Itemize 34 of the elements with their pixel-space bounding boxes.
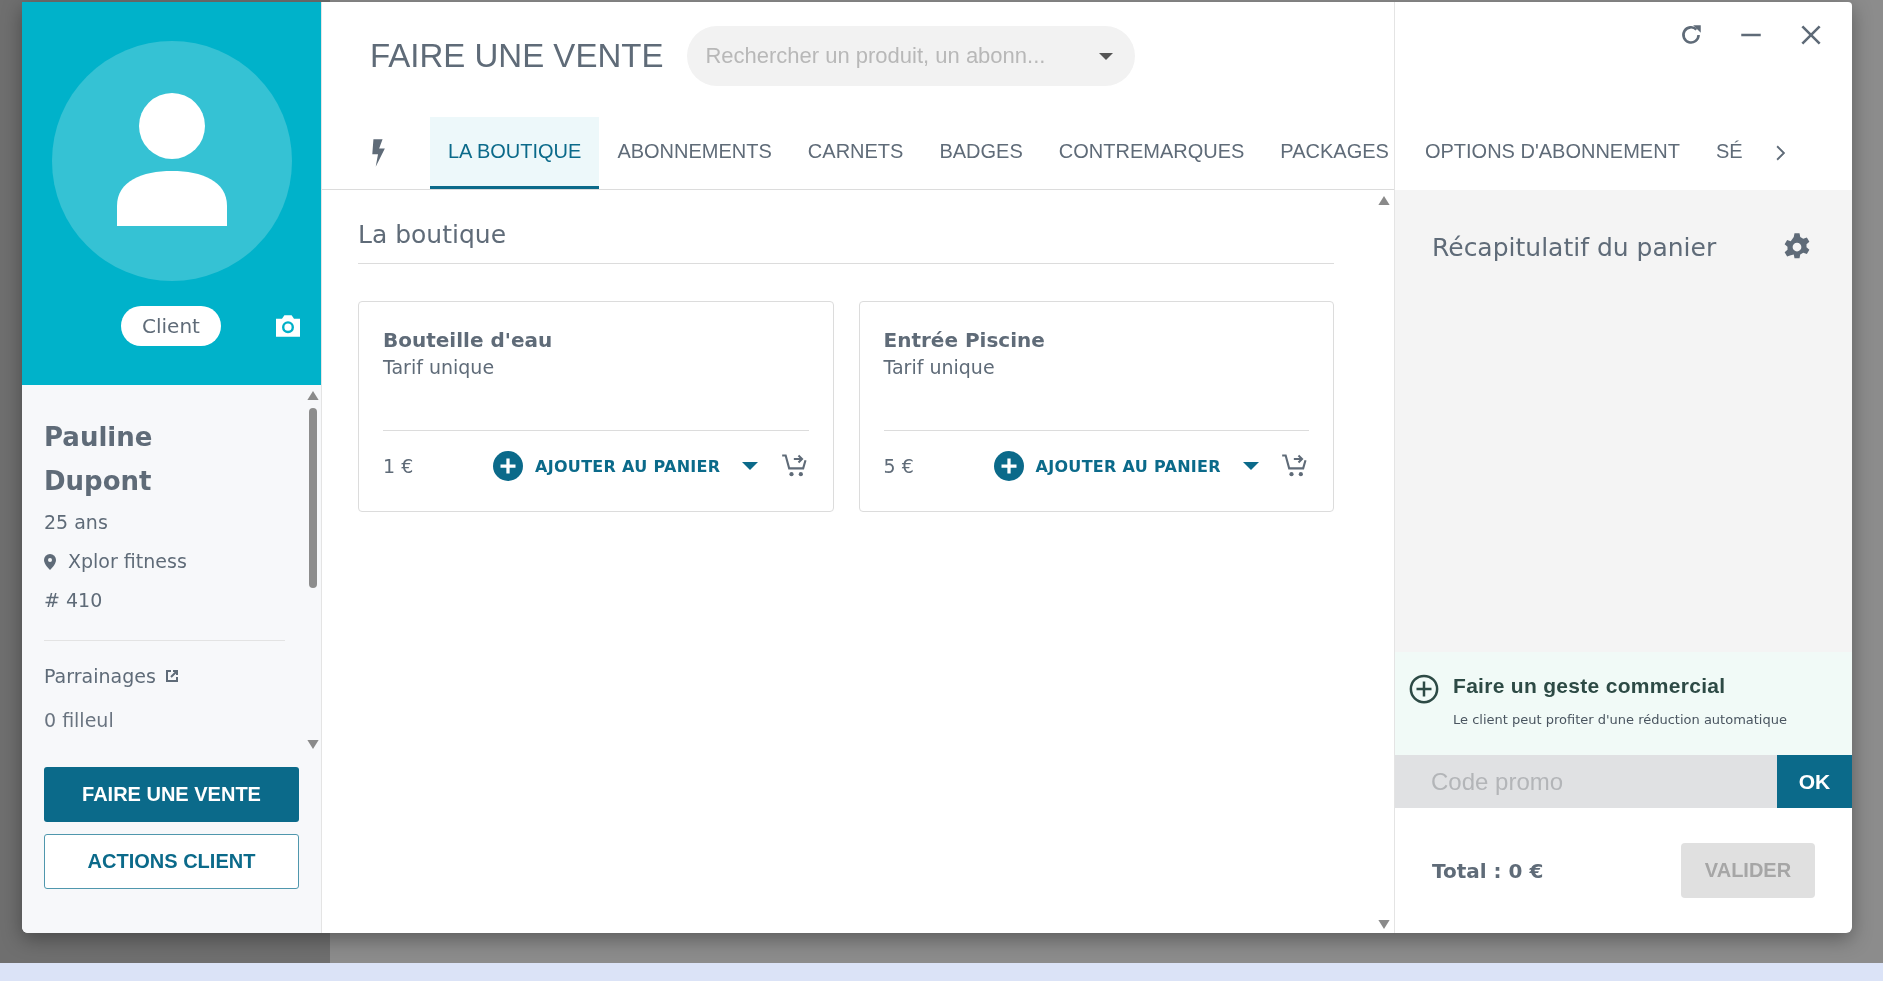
product-price: 5 €: [883, 455, 915, 477]
product-price: 1 €: [383, 455, 415, 477]
apply-button[interactable]: OK: [1777, 755, 1852, 808]
client-first-name: Pauline: [44, 421, 154, 454]
tab[interactable]: CONTREMARQUES: [1040, 117, 1263, 189]
section-title: La boutique: [358, 220, 1334, 264]
client-last-name: Dupont: [44, 465, 153, 498]
product-tariff: Tarif unique: [383, 356, 496, 378]
tab[interactable]: OPTIONS D'ABONNEMENT: [1406, 117, 1698, 189]
client-number: # 410: [44, 588, 104, 613]
product-name: Entrée Piscine: [883, 328, 1046, 352]
add-to-cart-button[interactable]: AJOUTER AU PANIER: [993, 451, 1221, 481]
client-age: 25 ans: [44, 510, 109, 535]
client-actions-button[interactable]: ACTIONS CLIENT: [44, 834, 299, 889]
referrals-count: 0 filleul: [44, 709, 115, 731]
discount-note: Le client peut profiter d'une réduction automatique: [1453, 712, 1787, 727]
sale-button[interactable]: FAIRE UNE VENTE: [44, 767, 299, 822]
discount-link[interactable]: Faire un geste commercial: [1453, 674, 1787, 698]
dialog-title: FAIRE UNE VENTE: [370, 36, 664, 75]
tab[interactable]: BADGES: [921, 117, 1041, 189]
product-name: Bouteille d'eau: [383, 328, 554, 352]
referrals-label: Parrainages: [44, 665, 156, 687]
search-field[interactable]: Rechercher un produit, un abonn...: [687, 25, 1136, 86]
add-to-cart-button[interactable]: AJOUTER AU PANIER: [493, 451, 721, 481]
cart-title: Récapitulatif du panier: [1432, 232, 1717, 262]
tab[interactable]: CARNETS: [789, 117, 922, 189]
client-badge: Client: [121, 306, 221, 346]
tab[interactable]: LA BOUTIQUE: [430, 117, 600, 189]
tab[interactable]: SÉ: [1697, 117, 1760, 189]
product-tariff: Tarif unique: [883, 356, 996, 378]
client-location: Xplor fitness: [68, 549, 187, 574]
tab[interactable]: ABONNEMENTS: [599, 117, 790, 189]
cart-total: Total : 0 €: [1432, 858, 1544, 883]
tab[interactable]: PACKAGES: [1262, 117, 1407, 189]
